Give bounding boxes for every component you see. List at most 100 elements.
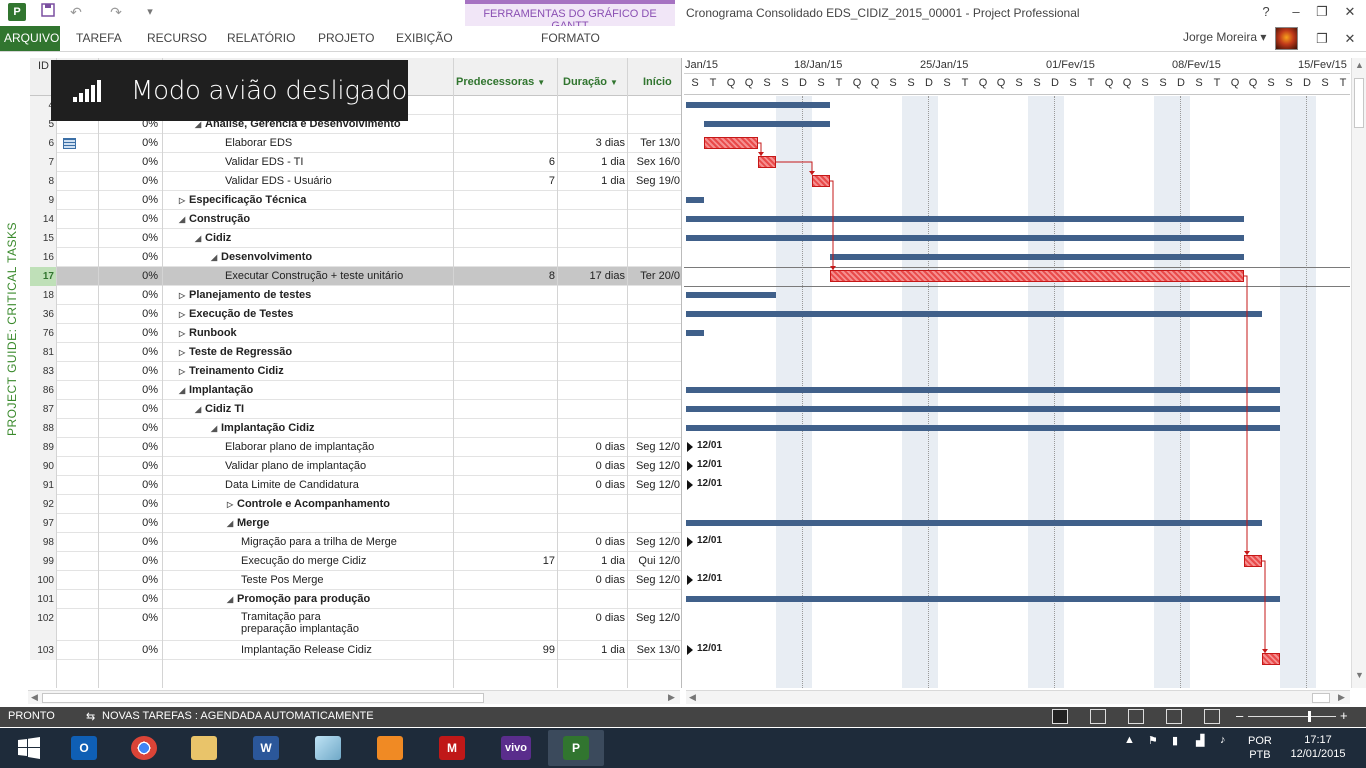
row-id[interactable]: 101 bbox=[30, 590, 56, 609]
column-header-id[interactable]: ID bbox=[38, 60, 49, 72]
table-row[interactable]: 17 0% Executar Construção + teste unitário… bbox=[30, 267, 681, 286]
column-header-predecessors[interactable]: Predecessoras ▼ bbox=[456, 76, 545, 88]
task-name-cell[interactable]: ▷ Treinamento Cidiz bbox=[163, 362, 453, 381]
table-row[interactable]: 15 0% ◢ Cidiz bbox=[30, 229, 681, 248]
vivo-taskbar-button[interactable]: vivo bbox=[486, 730, 542, 766]
row-id[interactable]: 7 bbox=[30, 153, 56, 172]
save-icon[interactable] bbox=[38, 3, 58, 21]
collapse-icon[interactable]: ◢ bbox=[211, 248, 221, 267]
predecessors-cell[interactable] bbox=[454, 381, 557, 400]
task-name-cell[interactable]: Validar EDS - TI bbox=[163, 153, 453, 172]
table-row[interactable]: 99 0% Execução do merge Cidiz 17 1 dia Qui 12… bbox=[30, 552, 681, 571]
duration-cell[interactable] bbox=[558, 191, 627, 210]
table-row[interactable]: 91 0% Data Limite de Candidatura 0 dias Seg … bbox=[30, 476, 681, 495]
start-cell[interactable]: Seg 12/0 bbox=[628, 438, 681, 457]
duration-cell[interactable] bbox=[558, 324, 627, 343]
task-name-cell[interactable]: Tramitação para preparação implantação bbox=[163, 609, 363, 641]
start-cell[interactable]: Ter 13/0 bbox=[628, 134, 681, 153]
table-row[interactable]: 6 0% Elaborar EDS 3 dias Ter 13/0 bbox=[30, 134, 681, 153]
predecessors-cell[interactable] bbox=[454, 533, 557, 552]
start-cell[interactable] bbox=[628, 191, 681, 210]
collapse-icon[interactable]: ◢ bbox=[211, 419, 221, 438]
task-name-cell[interactable]: ▷ Execução de Testes bbox=[163, 305, 453, 324]
table-row[interactable]: 97 0% ◢ Merge bbox=[30, 514, 681, 533]
duration-cell[interactable]: 1 dia bbox=[558, 153, 627, 172]
predecessors-cell[interactable] bbox=[454, 286, 557, 305]
duration-cell[interactable] bbox=[558, 210, 627, 229]
battery-icon[interactable]: ▮ bbox=[1172, 734, 1178, 747]
duration-cell[interactable] bbox=[558, 590, 627, 609]
duration-cell[interactable]: 0 dias bbox=[558, 571, 627, 590]
row-id[interactable]: 86 bbox=[30, 381, 56, 400]
start-cell[interactable]: Seg 12/0 bbox=[628, 571, 681, 590]
task-name-cell[interactable]: ◢ Promoção para produção bbox=[163, 590, 453, 609]
predecessors-cell[interactable] bbox=[454, 210, 557, 229]
table-row[interactable]: 76 0% ▷ Runbook bbox=[30, 324, 681, 343]
task-name-cell[interactable]: ▷ Controle e Acompanhamento bbox=[163, 495, 453, 514]
row-id[interactable]: 87 bbox=[30, 400, 56, 419]
task-name-cell[interactable]: Teste Pos Merge bbox=[163, 571, 453, 590]
row-id[interactable]: 76 bbox=[30, 324, 56, 343]
calendar-icon[interactable] bbox=[63, 138, 76, 149]
table-row[interactable]: 18 0% ▷ Planejamento de testes bbox=[30, 286, 681, 305]
grid-scroll-thumb[interactable] bbox=[42, 693, 484, 703]
predecessors-cell[interactable] bbox=[454, 419, 557, 438]
predecessors-cell[interactable] bbox=[454, 400, 557, 419]
tab-exibicao[interactable]: EXIBIÇÃO bbox=[392, 26, 457, 51]
predecessors-cell[interactable]: 17 bbox=[454, 552, 557, 571]
predecessors-cell[interactable] bbox=[454, 305, 557, 324]
customize-toolbar-icon[interactable]: ▾ bbox=[140, 3, 160, 21]
task-name-cell[interactable]: ◢ Desenvolvimento bbox=[163, 248, 453, 267]
airplane-mode-toast[interactable]: Modo avião desligado bbox=[51, 60, 408, 121]
row-id[interactable]: 36 bbox=[30, 305, 56, 324]
start-cell[interactable]: Ter 20/0 bbox=[628, 267, 681, 286]
undo-icon[interactable]: ↶ bbox=[66, 3, 86, 21]
collapse-icon[interactable]: ◢ bbox=[179, 381, 189, 400]
zoom-slider-thumb[interactable] bbox=[1308, 711, 1311, 722]
predecessors-filter-icon[interactable]: ▼ bbox=[537, 78, 545, 87]
predecessors-cell[interactable] bbox=[454, 495, 557, 514]
tab-recurso[interactable]: RECURSO bbox=[143, 26, 211, 51]
task-name-cell[interactable]: ◢ Merge bbox=[163, 514, 453, 533]
help-button[interactable]: ? bbox=[1254, 3, 1278, 21]
clock[interactable]: 17:17 12/01/2015 bbox=[1282, 733, 1354, 761]
row-id[interactable]: 89 bbox=[30, 438, 56, 457]
duration-cell[interactable]: 1 dia bbox=[558, 641, 627, 660]
grid-horizontal-scrollbar[interactable]: ◀ ▶ bbox=[28, 690, 680, 704]
row-id[interactable]: 9 bbox=[30, 191, 56, 210]
duration-filter-icon[interactable]: ▼ bbox=[610, 78, 618, 87]
task-name-cell[interactable]: Elaborar EDS bbox=[163, 134, 453, 153]
new-tasks-mode[interactable]: NOVAS TAREFAS : AGENDADA AUTOMATICAMENTE bbox=[102, 710, 374, 722]
task-name-cell[interactable]: Validar plano de implantação bbox=[163, 457, 453, 476]
task-usage-view-icon[interactable] bbox=[1090, 709, 1106, 724]
duration-cell[interactable] bbox=[558, 495, 627, 514]
row-id[interactable]: 16 bbox=[30, 248, 56, 267]
collapse-icon[interactable]: ◢ bbox=[195, 400, 205, 419]
resource-sheet-view-icon[interactable] bbox=[1166, 709, 1182, 724]
duration-cell[interactable]: 1 dia bbox=[558, 172, 627, 191]
vertical-scrollbar[interactable]: ▲ ▼ bbox=[1351, 58, 1366, 688]
predecessors-cell[interactable] bbox=[454, 609, 557, 641]
volume-icon[interactable]: ♪ bbox=[1220, 734, 1226, 746]
duration-cell[interactable] bbox=[558, 419, 627, 438]
table-row[interactable]: 36 0% ▷ Execução de Testes bbox=[30, 305, 681, 324]
row-id[interactable]: 83 bbox=[30, 362, 56, 381]
gantt-chart[interactable]: Jan/15 18/Jan/15 25/Jan/15 01/Fev/15 08/… bbox=[684, 58, 1350, 688]
user-menu-caret-icon[interactable]: ▾ bbox=[1260, 30, 1266, 44]
predecessors-cell[interactable] bbox=[454, 134, 557, 153]
task-name-cell[interactable]: Data Limite de Candidatura bbox=[163, 476, 453, 495]
expand-icon[interactable]: ▷ bbox=[227, 495, 237, 514]
vertical-scroll-thumb[interactable] bbox=[1354, 78, 1364, 128]
tab-arquivo[interactable]: ARQUIVO bbox=[0, 26, 60, 51]
row-id[interactable]: 18 bbox=[30, 286, 56, 305]
table-row[interactable]: 88 0% ◢ Implantação Cidiz bbox=[30, 419, 681, 438]
predecessors-cell[interactable] bbox=[454, 571, 557, 590]
start-cell[interactable] bbox=[628, 229, 681, 248]
start-cell[interactable] bbox=[628, 400, 681, 419]
expand-icon[interactable]: ▷ bbox=[179, 191, 189, 210]
network-icon[interactable]: ▟ bbox=[1196, 734, 1204, 747]
table-row[interactable]: 101 0% ◢ Promoção para produção bbox=[30, 590, 681, 609]
tab-formato[interactable]: FORMATO bbox=[537, 26, 604, 51]
row-id[interactable]: 90 bbox=[30, 457, 56, 476]
table-row[interactable]: 102 0% Tramitação para preparação implanta… bbox=[30, 609, 681, 641]
